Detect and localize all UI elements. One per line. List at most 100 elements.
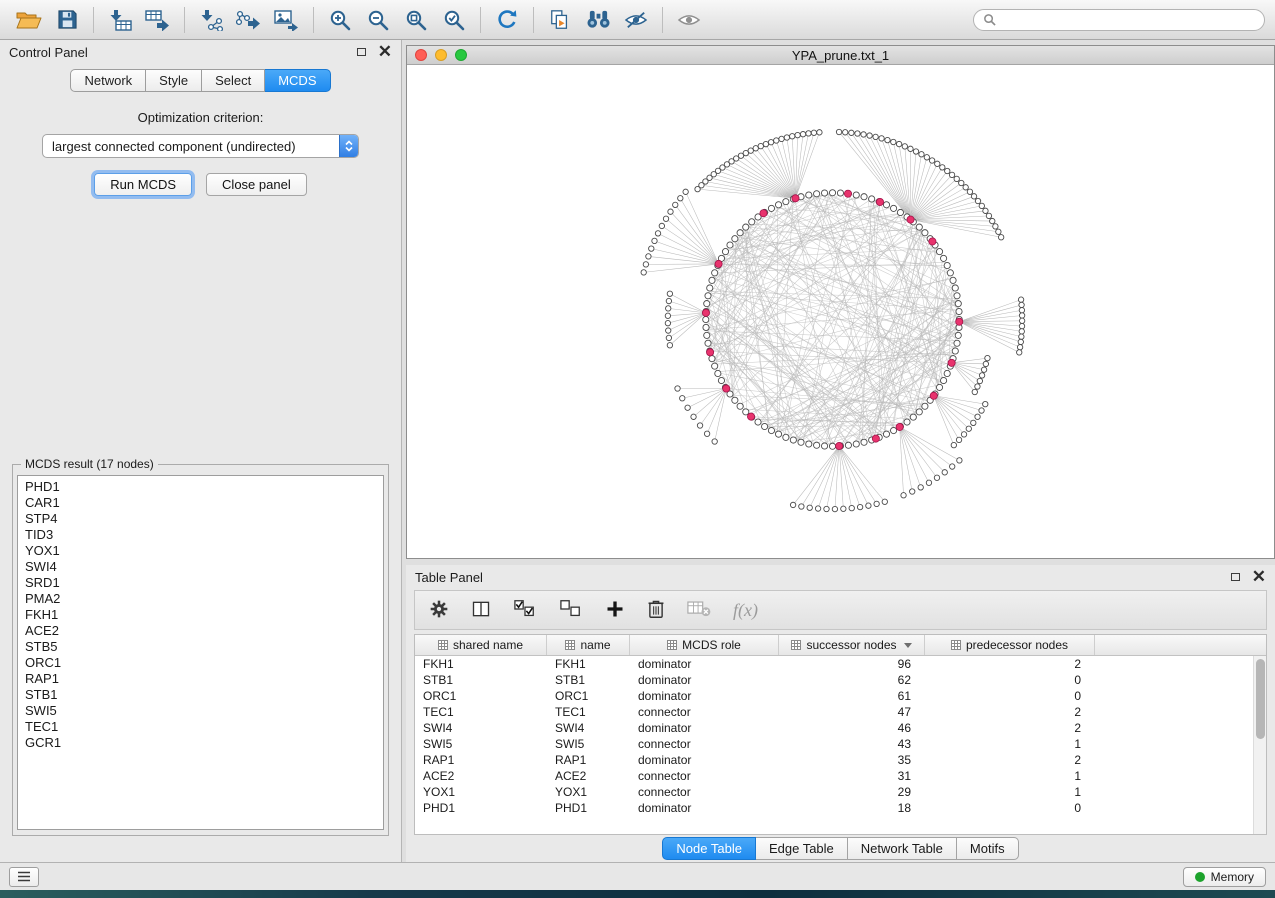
list-item[interactable]: SRD1: [25, 575, 383, 591]
cell-predecessor-nodes: 2: [925, 705, 1095, 719]
show-columns-button[interactable]: [471, 599, 491, 622]
list-item[interactable]: PMA2: [25, 591, 383, 607]
list-item[interactable]: SWI4: [25, 559, 383, 575]
list-item[interactable]: ACE2: [25, 623, 383, 639]
list-item[interactable]: STB5: [25, 639, 383, 655]
close-panel-icon[interactable]: ✕: [378, 45, 392, 59]
open-session-button[interactable]: [10, 4, 48, 36]
list-item[interactable]: STB1: [25, 687, 383, 703]
tab-style[interactable]: Style: [146, 69, 202, 92]
zoom-out-button[interactable]: [359, 4, 397, 36]
list-item[interactable]: STP4: [25, 511, 383, 527]
list-item[interactable]: ORC1: [25, 655, 383, 671]
table-scrollbar[interactable]: [1253, 656, 1266, 834]
table-row[interactable]: SWI5 SWI5 connector 43 1: [415, 736, 1266, 752]
tab-node-table[interactable]: Node Table: [662, 837, 756, 860]
scrollbar-thumb[interactable]: [1256, 659, 1265, 739]
deselect-all-button[interactable]: [559, 598, 583, 623]
memory-button[interactable]: Memory: [1183, 867, 1266, 887]
task-history-button[interactable]: [9, 867, 39, 887]
network-search-box[interactable]: [973, 9, 1265, 31]
table-row[interactable]: RAP1 RAP1 dominator 35 2: [415, 752, 1266, 768]
table-row[interactable]: PHD1 PHD1 dominator 18 0: [415, 800, 1266, 816]
cell-predecessor-nodes: 0: [925, 689, 1095, 703]
search-network-button[interactable]: [579, 4, 617, 36]
copy-view-button[interactable]: [541, 4, 579, 36]
tab-mcds[interactable]: MCDS: [265, 69, 330, 92]
column-header-predecessor-nodes[interactable]: predecessor nodes: [925, 635, 1095, 655]
delete-column-button[interactable]: [647, 598, 665, 622]
list-item[interactable]: FKH1: [25, 607, 383, 623]
column-header-successor-nodes[interactable]: successor nodes: [779, 635, 925, 655]
column-header-mcds-role[interactable]: MCDS role: [630, 635, 779, 655]
table-row[interactable]: SWI4 SWI4 dominator 46 2: [415, 720, 1266, 736]
cell-mcds-role: connector: [630, 785, 779, 799]
cell-shared-name: SWI4: [415, 721, 547, 735]
select-all-button[interactable]: [513, 598, 537, 623]
toolbar-separator: [480, 7, 481, 33]
table-row[interactable]: ACE2 ACE2 connector 31 1: [415, 768, 1266, 784]
refresh-layout-button[interactable]: [488, 4, 526, 36]
annotation-mode-button[interactable]: [617, 4, 655, 36]
close-window-button[interactable]: [415, 49, 427, 61]
column-label: predecessor nodes: [966, 638, 1068, 652]
import-network-button[interactable]: [192, 4, 230, 36]
maximize-window-button[interactable]: [455, 49, 467, 61]
table-row[interactable]: STB1 STB1 dominator 62 0: [415, 672, 1266, 688]
tab-select[interactable]: Select: [202, 69, 265, 92]
search-input[interactable]: [1002, 12, 1255, 28]
list-item[interactable]: TEC1: [25, 719, 383, 735]
tab-edge-table[interactable]: Edge Table: [756, 837, 848, 860]
table-row[interactable]: FKH1 FKH1 dominator 96 2: [415, 656, 1266, 672]
column-header-shared-name[interactable]: shared name: [415, 635, 547, 655]
export-network-button[interactable]: [230, 4, 268, 36]
list-item[interactable]: CAR1: [25, 495, 383, 511]
save-session-button[interactable]: [48, 4, 86, 36]
list-item[interactable]: YOX1: [25, 543, 383, 559]
table-row[interactable]: TEC1 TEC1 connector 47 2: [415, 704, 1266, 720]
optimization-criterion-select[interactable]: largest connected component (undirected): [42, 134, 359, 158]
cell-name: FKH1: [547, 657, 630, 671]
tab-network[interactable]: Network: [70, 69, 146, 92]
mcds-result-list[interactable]: PHD1 CAR1 STP4 TID3 YOX1 SWI4 SRD1 PMA2 …: [17, 475, 384, 830]
run-mcds-button[interactable]: Run MCDS: [94, 173, 192, 196]
function-builder-button[interactable]: f(x): [733, 600, 758, 621]
table-header-row: shared name name MCDS role successor nod…: [415, 635, 1266, 656]
zoom-in-button[interactable]: [321, 4, 359, 36]
toolbar-separator: [313, 7, 314, 33]
zoom-selected-button[interactable]: [435, 4, 473, 36]
attribute-grid-icon: [565, 640, 575, 650]
control-panel-header: Control Panel ✕: [0, 40, 401, 64]
network-canvas[interactable]: [407, 65, 1274, 558]
list-item[interactable]: TID3: [25, 527, 383, 543]
cell-name: SWI4: [547, 721, 630, 735]
selected-criterion: largest connected component (undirected): [52, 139, 335, 154]
table-row[interactable]: YOX1 YOX1 connector 29 1: [415, 784, 1266, 800]
export-image-button[interactable]: [268, 4, 306, 36]
zoom-fit-button[interactable]: [397, 4, 435, 36]
attribute-grid-icon: [438, 640, 448, 650]
tab-network-table[interactable]: Network Table: [848, 837, 957, 860]
list-item[interactable]: RAP1: [25, 671, 383, 687]
tab-motifs[interactable]: Motifs: [957, 837, 1019, 860]
float-panel-icon[interactable]: [357, 48, 366, 56]
list-item[interactable]: SWI5: [25, 703, 383, 719]
close-panel-button[interactable]: Close panel: [206, 173, 307, 196]
export-table-button[interactable]: [139, 4, 177, 36]
import-table-button[interactable]: [101, 4, 139, 36]
float-panel-icon[interactable]: [1231, 573, 1240, 581]
table-panel-tabs: Node Table Edge Table Network Table Moti…: [406, 835, 1275, 862]
delete-table-button[interactable]: [687, 599, 711, 621]
column-label: successor nodes: [806, 638, 896, 652]
column-header-name[interactable]: name: [547, 635, 630, 655]
minimize-window-button[interactable]: [435, 49, 447, 61]
close-panel-icon[interactable]: ✕: [1252, 570, 1266, 584]
table-row[interactable]: ORC1 ORC1 dominator 61 0: [415, 688, 1266, 704]
zoom-selected-icon: [442, 8, 466, 32]
toggle-graphics-button[interactable]: [670, 4, 708, 36]
list-item[interactable]: GCR1: [25, 735, 383, 751]
add-column-button[interactable]: [605, 599, 625, 622]
list-item[interactable]: PHD1: [25, 479, 383, 495]
table-settings-button[interactable]: [429, 599, 449, 622]
network-window-titlebar[interactable]: YPA_prune.txt_1: [407, 46, 1274, 65]
